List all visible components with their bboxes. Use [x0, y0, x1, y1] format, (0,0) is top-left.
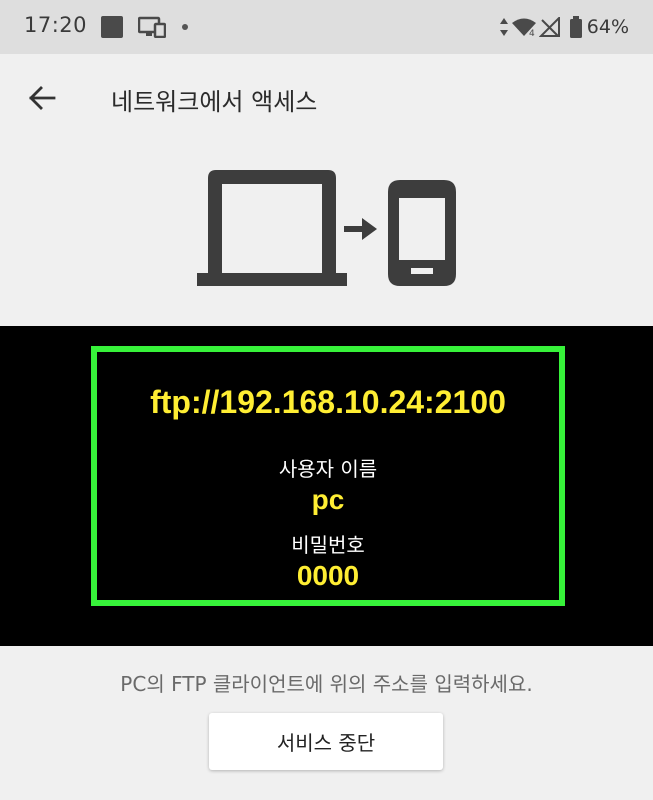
battery-icon: [569, 16, 582, 38]
instruction-text: PC의 FTP 클라이언트에 위의 주소를 입력하세요.: [120, 672, 533, 696]
connection-info-panel: ftp://192.168.10.24:2100 사용자 이름 pc 비밀번호 …: [0, 326, 653, 646]
connection-info-box: ftp://192.168.10.24:2100 사용자 이름 pc 비밀번호 …: [91, 346, 565, 606]
wifi-icon: 4: [511, 18, 536, 37]
cast-icon: [138, 16, 166, 38]
ftp-address: ftp://192.168.10.24:2100: [150, 384, 506, 420]
svg-text:4: 4: [529, 29, 535, 37]
stop-service-button[interactable]: 서비스 중단: [209, 713, 443, 770]
sd-card-icon: [101, 16, 123, 38]
username-value: pc: [311, 484, 345, 515]
no-signal-icon: [538, 17, 560, 37]
smartphone-icon: [388, 180, 456, 286]
data-arrows-icon: [499, 18, 508, 36]
page-title: 네트워크에서 액세스: [111, 88, 318, 116]
back-button[interactable]: [22, 78, 62, 118]
app-bar: 네트워크에서 액세스: [0, 54, 653, 142]
notification-dot-icon: [182, 24, 188, 30]
status-time: 17:20: [24, 13, 88, 37]
status-bar: 17:20 4 64%: [0, 0, 653, 54]
status-right-group: 4 64%: [499, 14, 629, 40]
arrow-right-icon: [344, 218, 377, 240]
password-value: 0000: [296, 560, 360, 591]
pc-to-phone-illustration: [197, 170, 456, 286]
laptop-icon: [197, 170, 347, 286]
arrow-left-icon: [29, 86, 56, 110]
username-label: 사용자 이름: [278, 457, 378, 481]
password-label: 비밀번호: [291, 533, 365, 557]
battery-percentage: 64%: [586, 16, 629, 38]
